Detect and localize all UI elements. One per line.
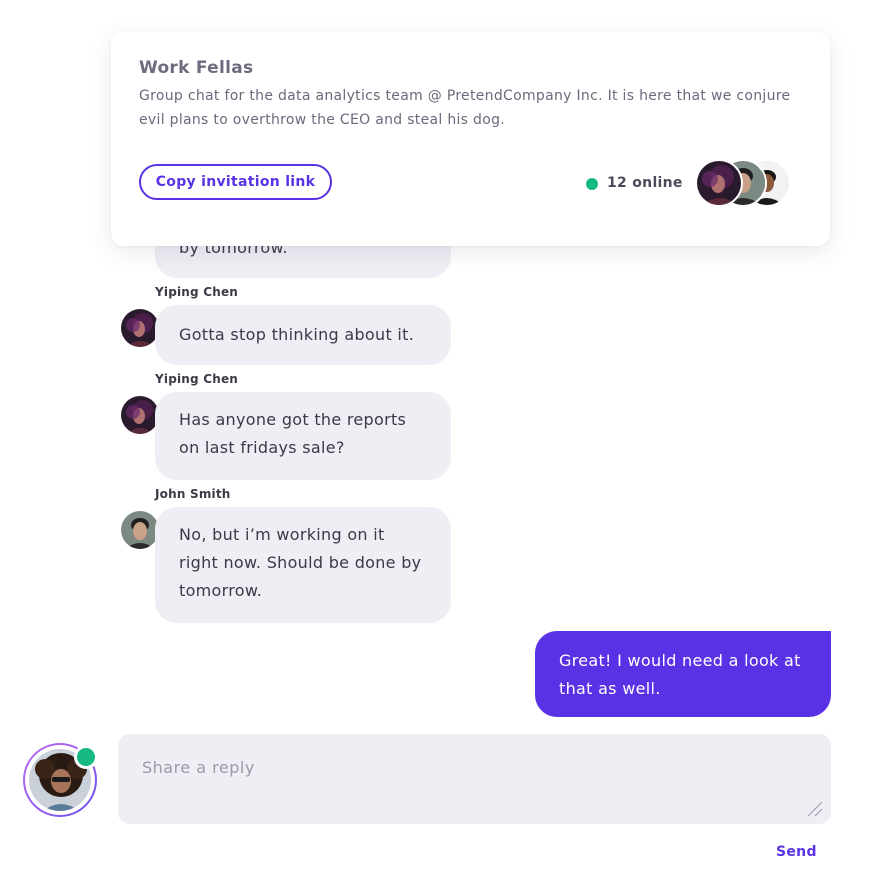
reply-input[interactable]: [118, 734, 831, 824]
group-header-card: Work Fellas Group chat for the data anal…: [111, 32, 830, 246]
send-button[interactable]: Send: [770, 840, 823, 864]
group-description: Group chat for the data analytics team @…: [139, 88, 791, 128]
sender-name: Yiping Chen: [155, 285, 239, 299]
avatar-photo: [697, 161, 741, 205]
message-bubble: Has anyone got the reports on last frida…: [155, 392, 451, 480]
online-status-dot: [586, 178, 598, 190]
resize-handle-icon[interactable]: [806, 800, 824, 818]
message-text: No, but i’m working on it right now. Sho…: [179, 525, 422, 600]
message-bubble: Gotta stop thinking about it.: [155, 305, 451, 365]
message-bubble: No, but i’m working on it right now. Sho…: [155, 507, 451, 623]
message-text: Has anyone got the reports on last frida…: [179, 410, 407, 457]
chat-page: by tomorrow. Yiping Chen Gotta stop thin…: [0, 0, 887, 886]
avatar-photo: [121, 309, 159, 347]
avatar-yiping-chen[interactable]: [121, 396, 159, 434]
group-title: Work Fellas: [139, 58, 254, 78]
online-count: 12 online: [607, 175, 683, 191]
message-text: Great! I would need a look at that as we…: [559, 651, 801, 698]
sender-name: Yiping Chen: [155, 372, 239, 386]
avatar-photo: [121, 396, 159, 434]
avatar-john-smith[interactable]: [121, 511, 159, 549]
avatar-photo: [121, 511, 159, 549]
copy-invitation-link-button[interactable]: Copy invitation link: [139, 164, 332, 200]
sender-name: John Smith: [155, 487, 231, 501]
member-avatar[interactable]: [695, 159, 743, 207]
message-text: Gotta stop thinking about it.: [179, 325, 415, 344]
current-user-online-dot: [74, 745, 98, 769]
avatar-yiping-chen[interactable]: [121, 309, 159, 347]
member-avatar-stack[interactable]: [695, 159, 805, 209]
message-bubble-outgoing: Great! I would need a look at that as we…: [535, 631, 831, 717]
